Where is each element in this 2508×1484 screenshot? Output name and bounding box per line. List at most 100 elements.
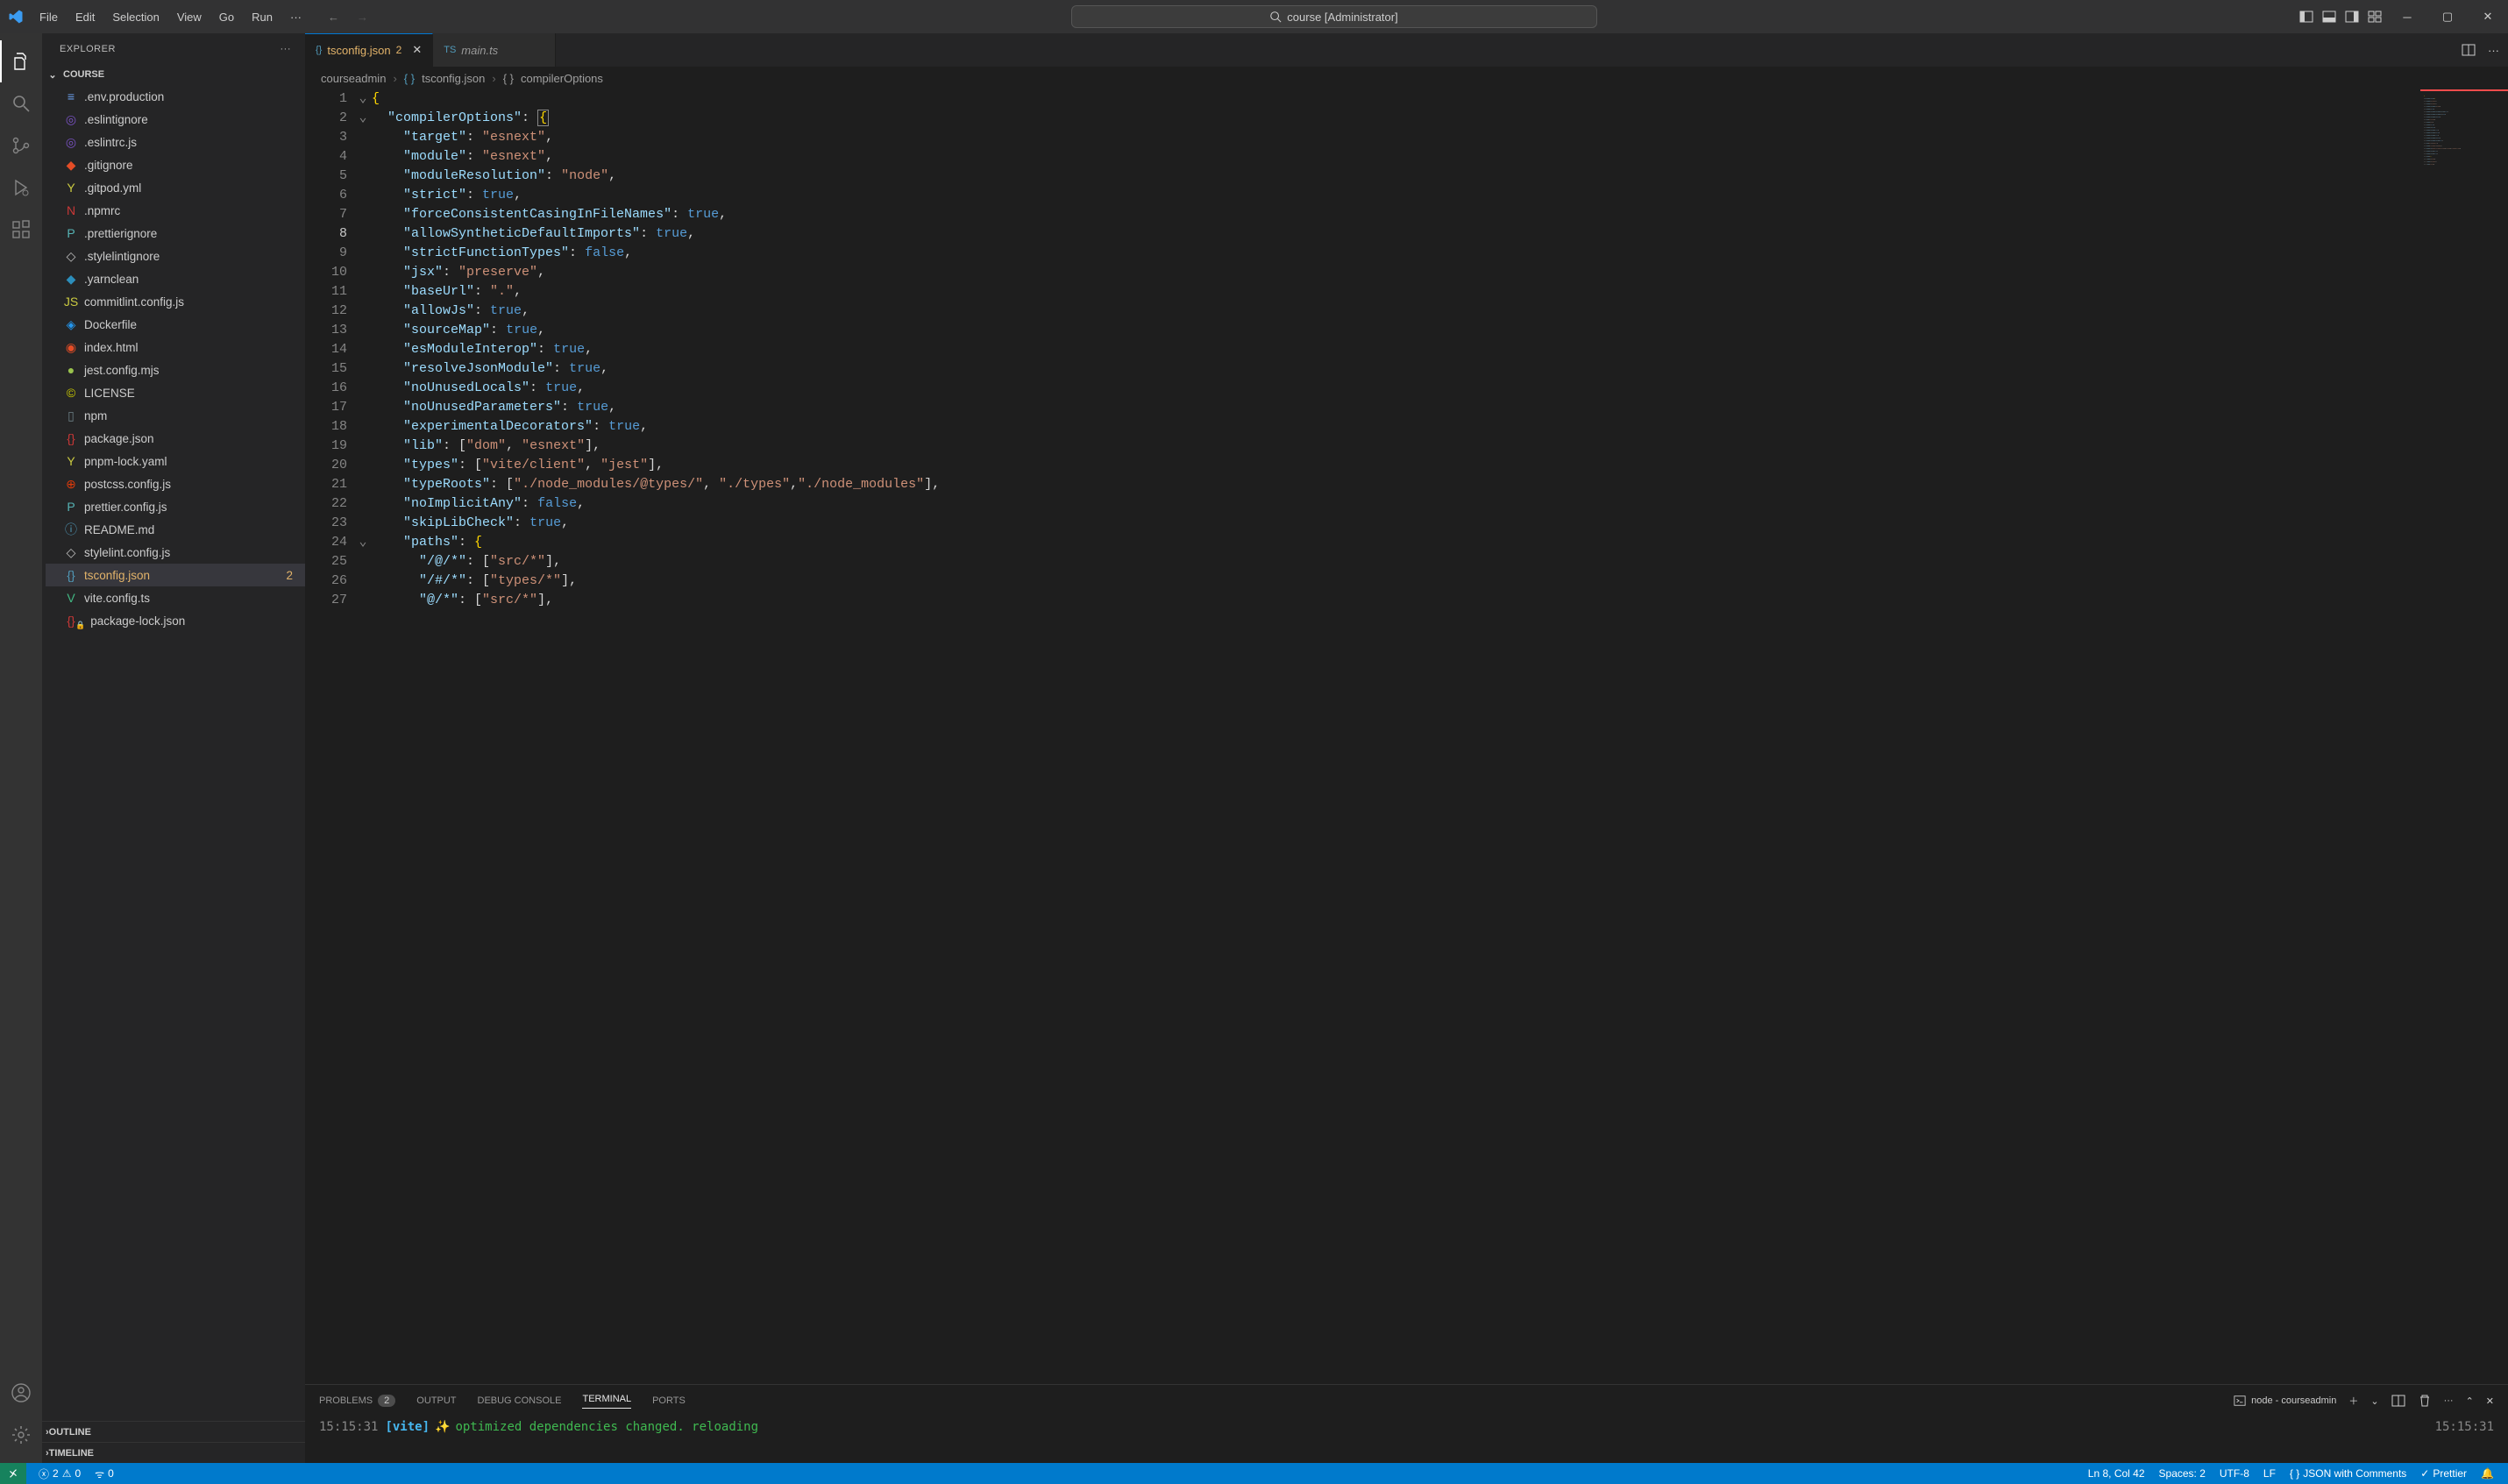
explorer-folder-header[interactable]: ⌄ COURSE [42,64,305,85]
file-item[interactable]: ◆.yarnclean [46,267,305,290]
status-port[interactable]: ᯤ 0 [95,1466,114,1481]
json-icon: { } [2290,1467,2299,1480]
panel-tab-debug[interactable]: DEBUG CONSOLE [478,1395,562,1406]
menu-edit[interactable]: Edit [67,11,103,24]
terminal-dropdown-icon[interactable]: ⌄ [2370,1395,2378,1407]
window-minimize-button[interactable]: ─ [2387,0,2427,33]
menu-run[interactable]: Run [243,11,281,24]
panel-tab-output[interactable]: OUTPUT [416,1395,456,1406]
file-name: .npmrc [84,204,120,217]
code-editor[interactable]: 1234567891011121314151617181920212223242… [305,89,2508,1384]
terminal-content[interactable]: 15:15:31 [vite] ✨ optimized dependencies… [305,1417,2508,1463]
file-item[interactable]: ◎.eslintignore [46,108,305,131]
file-item[interactable]: Vvite.config.ts [46,586,305,609]
close-panel-icon[interactable]: ✕ [2486,1395,2494,1407]
file-item[interactable]: JScommitlint.config.js [46,290,305,313]
file-item[interactable]: {}🔒package-lock.json [46,609,305,632]
minimap[interactable]: ▪▪▪▪▪▪▪▪▪▪▪▪▪▪▪▪▪▪▪▪▪▪▪▪▪▪▪▪▪▪▪▪▪▪▪▪▪▪▪▪… [2420,89,2508,1384]
code-content[interactable]: { "compilerOptions": { "target": "esnext… [372,89,2420,1384]
activity-account[interactable] [0,1372,42,1414]
remote-button[interactable] [0,1463,26,1484]
layout-customize-icon[interactable] [2368,10,2382,24]
timeline-section[interactable]: › TIMELINE [42,1442,305,1463]
file-item[interactable]: {}tsconfig.json2 [46,564,305,586]
file-item[interactable]: ◉index.html [46,336,305,359]
layout-primary-sidebar-icon[interactable] [2299,10,2313,24]
file-item[interactable]: ▯npm [46,404,305,427]
menu-selection[interactable]: Selection [103,11,167,24]
layout-panel-icon[interactable] [2322,10,2336,24]
status-notifications[interactable]: 🔔 [2481,1467,2494,1480]
panel-tab-problems[interactable]: PROBLEMS 2 [319,1395,395,1407]
status-encoding[interactable]: UTF-8 [2220,1467,2249,1480]
file-item[interactable]: Y.gitpod.yml [46,176,305,199]
file-item[interactable]: Ypnpm-lock.yaml [46,450,305,472]
close-icon[interactable]: ✕ [412,43,422,57]
fold-icon[interactable]: ⌄ [354,533,372,552]
file-item[interactable]: ⓘREADME.md [46,518,305,541]
panel-more-icon[interactable]: ··· [2444,1395,2454,1406]
file-item[interactable]: ◆.gitignore [46,153,305,176]
file-item[interactable]: ◇.stylelintignore [46,245,305,267]
menu-view[interactable]: View [168,11,210,24]
nav-back-icon[interactable]: ← [328,11,339,24]
command-center-text: course [Administrator] [1287,11,1397,24]
status-language[interactable]: { }JSON with Comments [2290,1467,2406,1480]
file-item[interactable]: {}package.json [46,427,305,450]
activity-source-control[interactable] [0,124,42,167]
breadcrumb-root[interactable]: courseadmin [321,72,386,85]
nav-forward-icon[interactable]: → [357,11,368,24]
activity-explorer[interactable] [0,40,42,82]
panel-tab-terminal[interactable]: TERMINAL [582,1394,631,1409]
breadcrumbs[interactable]: courseadmin › { } tsconfig.json › { } co… [305,67,2508,89]
activity-extensions[interactable] [0,209,42,251]
file-item[interactable]: ●jest.config.mjs [46,359,305,381]
menu-more-icon[interactable]: ··· [281,11,310,24]
file-item[interactable]: ◇stylelint.config.js [46,541,305,564]
file-item[interactable]: Pprettier.config.js [46,495,305,518]
fold-icon [354,282,372,302]
editor-tab[interactable]: {}tsconfig.json2✕ [305,33,433,67]
status-indent[interactable]: Spaces: 2 [2159,1467,2206,1480]
file-item[interactable]: ≡.env.production [46,85,305,108]
file-item[interactable]: N.npmrc [46,199,305,222]
menu-file[interactable]: File [31,11,67,24]
window-close-button[interactable]: ✕ [2468,0,2508,33]
file-name: Dockerfile [84,318,137,331]
fold-icon[interactable]: ⌄ [354,89,372,109]
maximize-panel-icon[interactable]: ⌃ [2466,1395,2474,1407]
split-editor-icon[interactable] [2462,43,2476,57]
activity-settings[interactable] [0,1414,42,1456]
activity-run-debug[interactable] [0,167,42,209]
new-terminal-icon[interactable]: ＋ [2348,1394,2358,1408]
menu-go[interactable]: Go [210,11,243,24]
layout-secondary-sidebar-icon[interactable] [2345,10,2359,24]
file-name: commitlint.config.js [84,295,184,309]
tab-more-icon[interactable]: ··· [2488,44,2499,57]
terminal-session[interactable]: node - courseadmin [2234,1395,2336,1407]
outline-section[interactable]: › OUTLINE [42,1421,305,1442]
activity-search[interactable] [0,82,42,124]
file-item[interactable]: ◎.eslintrc.js [46,131,305,153]
chevron-down-icon: ⌄ [46,69,60,81]
breadcrumb-file[interactable]: tsconfig.json [422,72,485,85]
panel-tab-ports[interactable]: PORTS [652,1395,686,1406]
fold-icon[interactable]: ⌄ [354,109,372,128]
fold-icon [354,475,372,494]
split-terminal-icon[interactable] [2391,1394,2405,1408]
file-item[interactable]: P.prettierignore [46,222,305,245]
command-center[interactable]: course [Administrator] [1071,5,1597,28]
file-item[interactable]: ⊕postcss.config.js [46,472,305,495]
breadcrumb-symbol[interactable]: compilerOptions [521,72,603,85]
editor-tab[interactable]: TSmain.ts [433,33,556,67]
status-cursor[interactable]: Ln 8, Col 42 [2088,1467,2145,1480]
file-item[interactable]: ◈Dockerfile [46,313,305,336]
file-item[interactable]: ©LICENSE [46,381,305,404]
status-eol[interactable]: LF [2263,1467,2276,1480]
problem-count-badge: 2 [286,569,293,582]
status-prettier[interactable]: ✓Prettier [2420,1467,2467,1480]
window-maximize-button[interactable]: ▢ [2427,0,2468,33]
kill-terminal-icon[interactable] [2418,1394,2432,1408]
sidebar-more-icon[interactable]: ··· [281,44,292,54]
status-errors[interactable]: ⓧ 2 ⚠ 0 [39,1466,81,1481]
